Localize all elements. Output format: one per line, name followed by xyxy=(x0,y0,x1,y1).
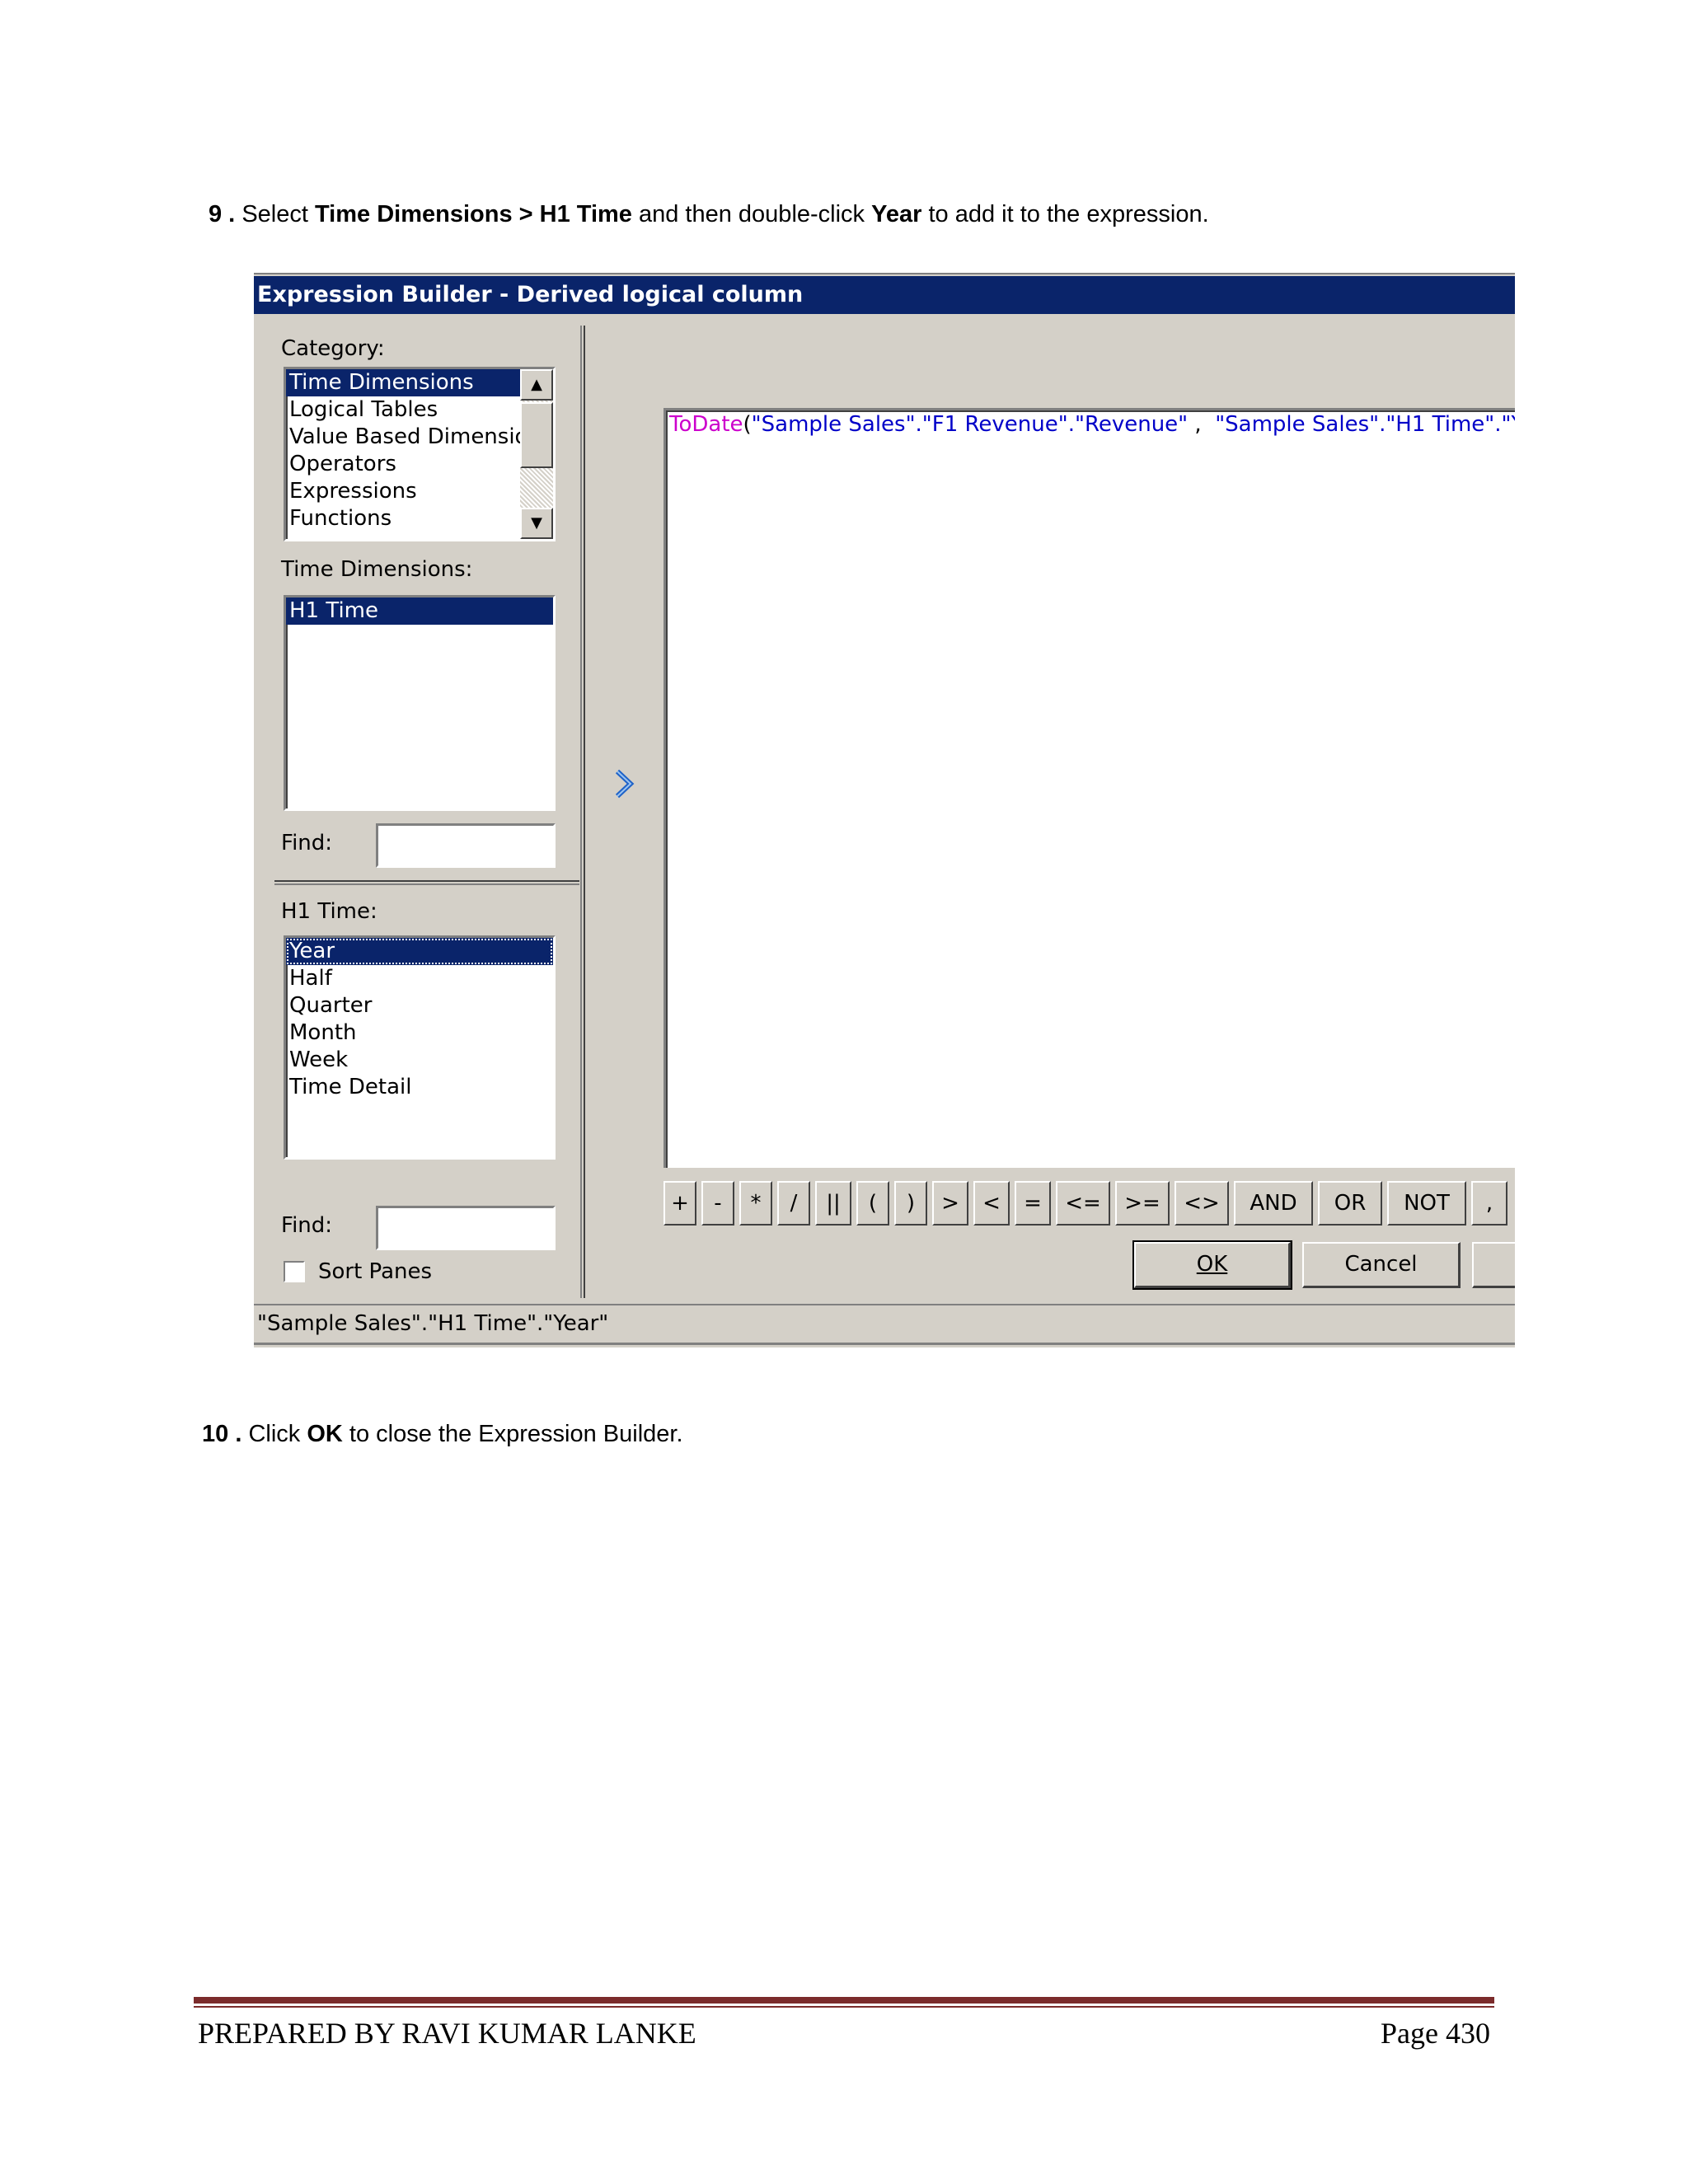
status-bar: "Sample Sales"."H1 Time"."Year" xyxy=(254,1304,1515,1345)
step-text: to add it to the expression. xyxy=(928,201,1209,227)
h1-time-item-half[interactable]: Half xyxy=(286,965,553,992)
step-bold-item: Year xyxy=(871,201,922,227)
footer-rule-thin xyxy=(194,2006,1494,2008)
op-not-equal-button[interactable]: <> xyxy=(1175,1181,1229,1226)
h1-time-item-year[interactable]: Year xyxy=(286,938,553,965)
category-list: Time Dimensions Logical Tables Value Bas… xyxy=(286,369,553,532)
footer-page-number: Page 430 xyxy=(1381,2017,1490,2050)
expression-function: ToDate xyxy=(669,412,743,437)
find-input-2[interactable] xyxy=(376,1206,556,1250)
h1-time-item-time-detail[interactable]: Time Detail xyxy=(286,1074,553,1101)
category-listbox[interactable]: Time Dimensions Logical Tables Value Bas… xyxy=(284,367,556,541)
h1-time-item-quarter[interactable]: Quarter xyxy=(286,992,553,1019)
expression-paren: ( xyxy=(743,412,752,437)
step-10-instruction: 10 . Click OK to close the Expression Bu… xyxy=(202,1419,683,1449)
h1-time-label: H1 Time: xyxy=(281,899,377,924)
op-plus-button[interactable]: + xyxy=(663,1181,696,1226)
expression-separator: , xyxy=(1188,412,1216,437)
scroll-thumb[interactable] xyxy=(520,402,553,468)
expression-editor[interactable]: ToDate("Sample Sales"."F1 Revenue"."Reve… xyxy=(663,408,1515,1168)
h1-time-listbox[interactable]: Year Half Quarter Month Week Time Detail xyxy=(284,935,556,1160)
step-text: to close the Expression Builder. xyxy=(349,1421,683,1447)
op-or-button[interactable]: OR xyxy=(1318,1181,1382,1226)
step-text: Click xyxy=(248,1421,301,1447)
step-text: Select xyxy=(241,201,308,227)
expression-ref-year: "Sample Sales"."H1 Time"."Year" xyxy=(1215,412,1515,437)
op-greater-equal-button[interactable]: >= xyxy=(1115,1181,1170,1226)
ok-button[interactable]: OK xyxy=(1132,1240,1292,1290)
time-dimensions-label: Time Dimensions: xyxy=(281,557,473,582)
window-edge xyxy=(254,268,1515,274)
step-number: 10 . xyxy=(202,1421,242,1447)
find-label: Find: xyxy=(281,831,333,855)
step-bold-item: OK xyxy=(307,1421,343,1447)
op-close-paren-button[interactable]: ) xyxy=(894,1181,927,1226)
sort-panes-checkbox[interactable] xyxy=(284,1261,305,1282)
op-multiply-button[interactable]: * xyxy=(739,1181,772,1226)
expression-text: ToDate("Sample Sales"."F1 Revenue"."Reve… xyxy=(669,410,1515,438)
insert-arrow-icon[interactable] xyxy=(612,768,637,799)
cancel-button-label: Cancel xyxy=(1344,1252,1418,1277)
op-comma-button[interactable]: , xyxy=(1471,1181,1507,1226)
step-text: and then double-click xyxy=(638,201,865,227)
category-scrollbar[interactable]: ▲ ▼ xyxy=(520,369,553,539)
help-button[interactable] xyxy=(1472,1242,1515,1288)
step-9-instruction: 9 . Select Time Dimensions > H1 Time and… xyxy=(209,199,1209,229)
op-open-paren-button[interactable]: ( xyxy=(856,1181,889,1226)
time-dimension-item-h1-time[interactable]: H1 Time xyxy=(286,598,553,625)
op-not-button[interactable]: NOT xyxy=(1387,1181,1466,1226)
op-concat-button[interactable]: || xyxy=(815,1181,851,1226)
step-number: 9 . xyxy=(209,201,236,227)
scroll-up-arrow-icon[interactable]: ▲ xyxy=(520,369,553,401)
op-minus-button[interactable]: - xyxy=(701,1181,734,1226)
footer-author: PREPARED BY RAVI KUMAR LANKE xyxy=(198,2017,696,2050)
h1-time-item-month[interactable]: Month xyxy=(286,1019,553,1047)
scroll-down-arrow-icon[interactable]: ▼ xyxy=(520,508,553,539)
find-input[interactable] xyxy=(376,823,556,868)
category-item-time-dimensions[interactable]: Time Dimensions xyxy=(286,369,520,396)
op-less-button[interactable]: < xyxy=(973,1181,1010,1226)
category-item-functions[interactable]: Functions xyxy=(286,505,520,532)
category-item-value-based-dimensions[interactable]: Value Based Dimensions xyxy=(286,424,553,451)
op-divide-button[interactable]: / xyxy=(777,1181,810,1226)
sort-panes-label[interactable]: Sort Panes xyxy=(318,1258,432,1285)
category-item-expressions[interactable]: Expressions xyxy=(286,478,520,505)
time-dimensions-listbox[interactable]: H1 Time xyxy=(284,595,556,811)
category-item-logical-tables[interactable]: Logical Tables xyxy=(286,396,520,424)
ok-button-label: OK xyxy=(1196,1252,1228,1277)
op-less-equal-button[interactable]: <= xyxy=(1056,1181,1110,1226)
pane-splitter[interactable] xyxy=(274,880,579,885)
op-and-button[interactable]: AND xyxy=(1234,1181,1313,1226)
expression-builder-dialog: Expression Builder - Derived logical col… xyxy=(254,268,1515,1347)
op-equal-button[interactable]: = xyxy=(1015,1181,1051,1226)
step-bold-path: Time Dimensions > H1 Time xyxy=(314,201,632,227)
dialog-title-bar: Expression Builder - Derived logical col… xyxy=(254,276,1515,314)
footer-rule xyxy=(194,1997,1494,2004)
h1-time-item-week[interactable]: Week xyxy=(286,1047,553,1074)
cancel-button[interactable]: Cancel xyxy=(1302,1242,1461,1288)
vertical-splitter[interactable] xyxy=(580,326,585,1298)
category-item-operators[interactable]: Operators xyxy=(286,451,520,478)
op-greater-button[interactable]: > xyxy=(932,1181,968,1226)
expression-ref-revenue: "Sample Sales"."F1 Revenue"."Revenue" xyxy=(751,412,1189,437)
find-label-2: Find: xyxy=(281,1213,333,1238)
category-label: Category: xyxy=(281,336,385,361)
